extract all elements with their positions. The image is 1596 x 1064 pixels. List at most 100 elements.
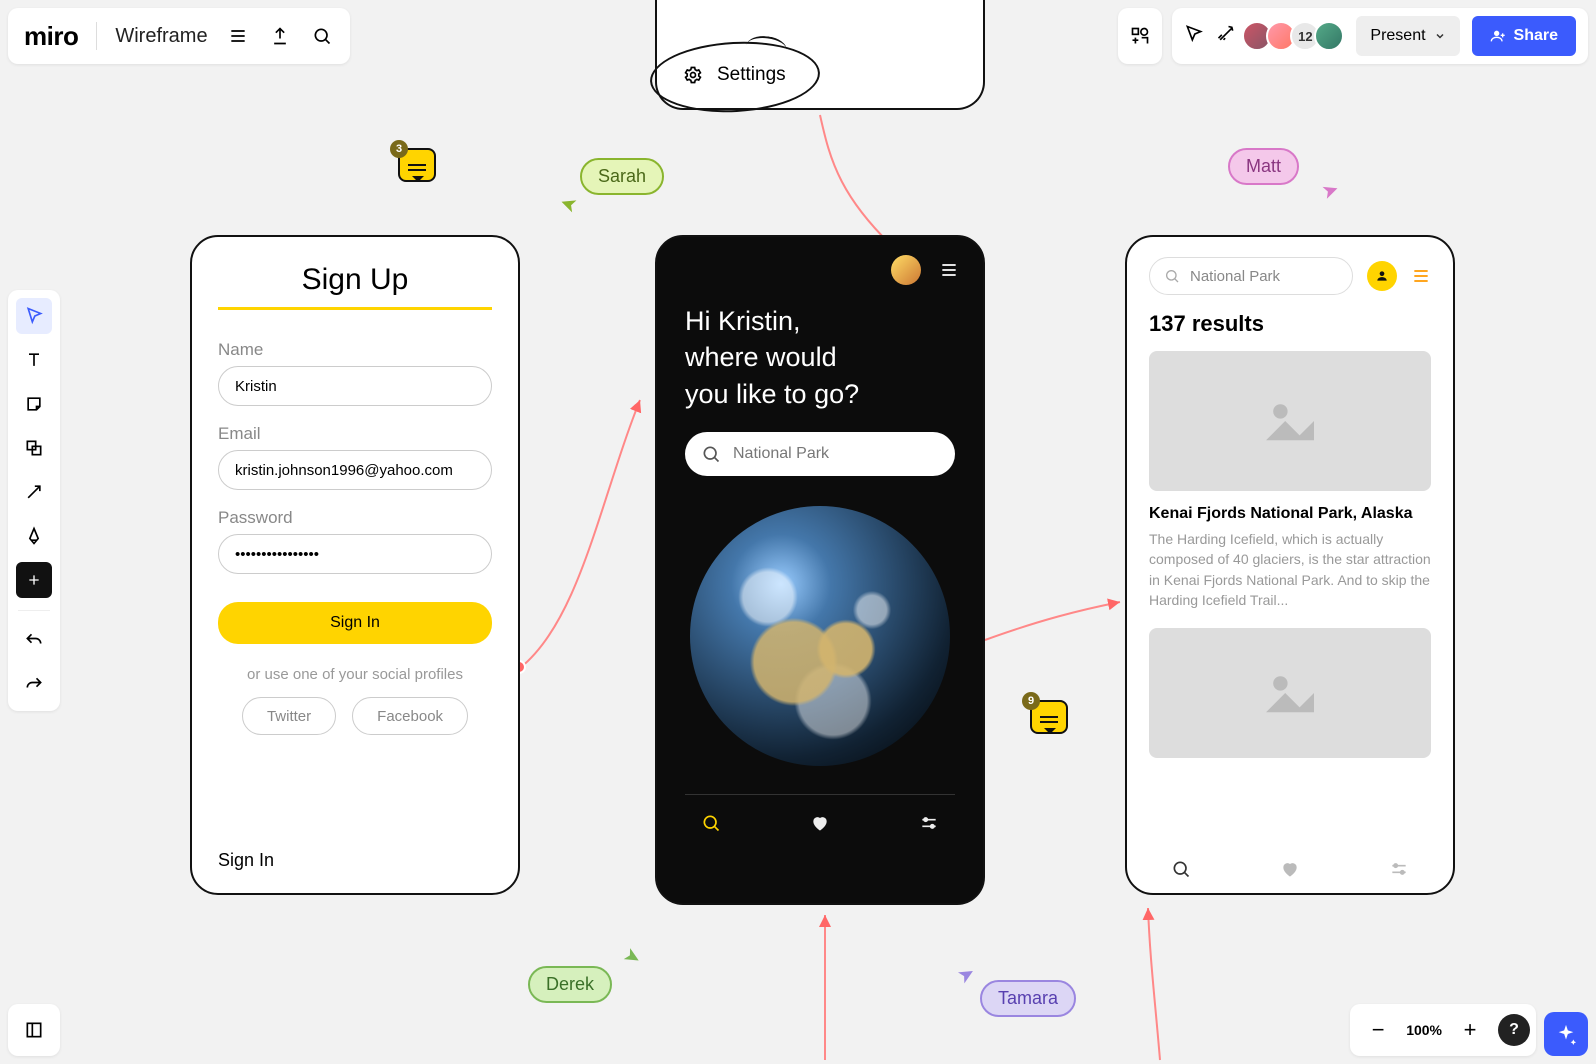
collab-box: 12 Present Share	[1172, 8, 1588, 64]
results-tabbar	[1127, 859, 1453, 879]
cursor-arrow-icon: ➤	[619, 941, 646, 971]
text-icon	[24, 350, 44, 370]
tool-more[interactable]	[16, 562, 52, 598]
greeting: Hi Kristin, where would you like to go?	[657, 285, 983, 412]
signup-title: Sign Up	[218, 263, 492, 310]
tab-heart-icon[interactable]	[1280, 859, 1300, 879]
tab-heart-icon[interactable]	[810, 813, 830, 833]
panel-icon	[24, 1020, 44, 1040]
name-label: Name	[218, 340, 492, 360]
search-icon	[701, 444, 721, 464]
chevron-down-icon	[1434, 30, 1446, 42]
results-count: 137 results	[1149, 311, 1431, 337]
tab-search-icon[interactable]	[1171, 859, 1191, 879]
password-input[interactable]	[218, 534, 492, 574]
apps-icon	[1130, 26, 1150, 46]
zoom-controls: − 100% + ?	[1350, 1004, 1536, 1056]
hamburger-icon[interactable]	[226, 24, 250, 48]
ai-button[interactable]	[1544, 1012, 1588, 1056]
cursor-arrow-icon: ➤	[1318, 176, 1342, 205]
password-label: Password	[218, 508, 492, 528]
divider	[96, 22, 97, 50]
tool-connector[interactable]	[16, 474, 52, 510]
mock-signup-screen[interactable]: Sign Up Name Email Password Sign In or u…	[190, 235, 520, 895]
redo-button[interactable]	[16, 667, 52, 703]
top-right-cluster: 12 Present Share	[1118, 8, 1588, 64]
left-toolbar	[8, 290, 60, 711]
hamburger-icon[interactable]	[1411, 266, 1431, 286]
search-placeholder: National Park	[733, 445, 829, 463]
comment-pin[interactable]: 9	[1030, 700, 1068, 734]
undo-icon	[24, 631, 44, 651]
zoom-level[interactable]: 100%	[1406, 1022, 1442, 1038]
comment-pin[interactable]: 3	[398, 148, 436, 182]
twitter-button[interactable]: Twitter	[242, 697, 336, 735]
tool-shape[interactable]	[16, 430, 52, 466]
email-label: Email	[218, 424, 492, 444]
user-chip[interactable]	[1367, 261, 1397, 291]
hamburger-icon[interactable]	[939, 260, 959, 280]
result-title: Kenai Fjords National Park, Alaska	[1149, 505, 1431, 523]
redo-icon	[24, 675, 44, 695]
mock-travel-screen[interactable]: Hi Kristin, where would you like to go? …	[655, 235, 985, 905]
tool-pen[interactable]	[16, 518, 52, 554]
sparkle-icon	[1555, 1023, 1577, 1045]
tab-sliders-icon[interactable]	[919, 813, 939, 833]
apps-box[interactable]	[1118, 8, 1162, 64]
person-icon	[1375, 269, 1389, 283]
undo-button[interactable]	[16, 623, 52, 659]
canvas[interactable]: Settings Sign Up Name Email Password Sig…	[0, 0, 1596, 1064]
results-search[interactable]: National Park	[1149, 257, 1353, 295]
plus-icon	[26, 572, 42, 588]
cursor-arrow-icon: ➤	[953, 959, 980, 989]
frames-button[interactable]	[8, 1004, 60, 1056]
result-desc: The Harding Icefield, which is actually …	[1149, 529, 1431, 610]
board-name[interactable]: Wireframe	[115, 25, 207, 48]
cursor-matt: Matt	[1228, 148, 1299, 185]
avatars[interactable]: 12	[1248, 21, 1344, 51]
tab-sliders-icon[interactable]	[1389, 859, 1409, 879]
shapes-icon	[24, 438, 44, 458]
reactions-icon[interactable]	[1216, 24, 1236, 49]
travel-tabbar	[657, 795, 983, 851]
avatar[interactable]	[1314, 21, 1344, 51]
image-icon	[1260, 397, 1320, 445]
person-add-icon	[1490, 28, 1506, 44]
cursor-arrow-icon: ➤	[556, 190, 580, 219]
app-bar: miro Wireframe	[8, 8, 350, 64]
tool-text[interactable]	[16, 342, 52, 378]
signup-submit-button[interactable]: Sign In	[218, 602, 492, 644]
help-button[interactable]: ?	[1498, 1014, 1530, 1046]
export-icon[interactable]	[268, 24, 292, 48]
search-icon	[1164, 268, 1180, 284]
travel-search[interactable]: National Park	[685, 432, 955, 476]
present-button[interactable]: Present	[1356, 16, 1459, 56]
cursor-icon	[24, 306, 44, 326]
zoom-out-button[interactable]: −	[1364, 1016, 1392, 1044]
image-icon	[1260, 669, 1320, 717]
zoom-in-button[interactable]: +	[1456, 1016, 1484, 1044]
tab-search-icon[interactable]	[701, 813, 721, 833]
sticky-note-icon	[24, 394, 44, 414]
pen-icon	[24, 526, 44, 546]
facebook-button[interactable]: Facebook	[352, 697, 468, 735]
email-input[interactable]	[218, 450, 492, 490]
mock-results-screen[interactable]: National Park 137 results Kenai Fjords N…	[1125, 235, 1455, 895]
earth-image	[690, 506, 950, 766]
image-placeholder	[1149, 628, 1431, 758]
avatar[interactable]	[891, 255, 921, 285]
logo[interactable]: miro	[24, 21, 78, 52]
cursor-derek: Derek	[528, 966, 612, 1003]
cursor-sarah: Sarah	[580, 158, 664, 195]
or-text: or use one of your social profiles	[218, 666, 492, 683]
cursor-icon[interactable]	[1184, 24, 1204, 49]
divider	[18, 610, 50, 611]
image-placeholder	[1149, 351, 1431, 491]
signin-link[interactable]: Sign In	[218, 850, 274, 871]
arrow-icon	[24, 482, 44, 502]
tool-select[interactable]	[16, 298, 52, 334]
share-button[interactable]: Share	[1472, 16, 1576, 56]
name-input[interactable]	[218, 366, 492, 406]
tool-sticky[interactable]	[16, 386, 52, 422]
search-icon[interactable]	[310, 24, 334, 48]
